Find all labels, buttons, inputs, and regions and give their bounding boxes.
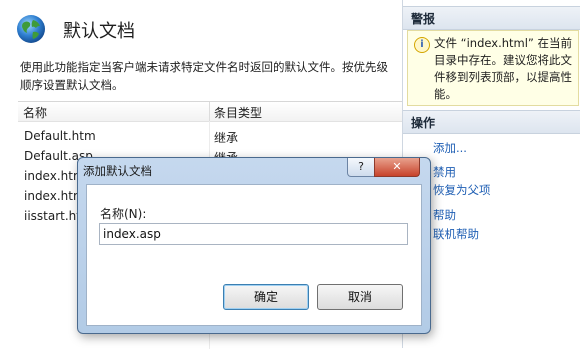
actions-header-label: 操作 — [411, 116, 436, 130]
column-header-type[interactable]: 条目类型 — [214, 104, 262, 121]
item-name: index.htm — [24, 169, 85, 183]
column-header-name[interactable]: 名称 — [23, 104, 47, 121]
actions-header: 操作 — [403, 110, 580, 134]
alerts-header: 警报 — [403, 6, 580, 30]
alert-text: 文件 “index.html” 在当前目录中存在。建议您将此文件移到列表顶部，以… — [434, 36, 573, 101]
globe-icon — [17, 15, 45, 43]
alert-message: i 文件 “index.html” 在当前目录中存在。建议您将此文件移到列表顶部… — [407, 30, 579, 106]
list-header: 名称 条目类型 — [18, 102, 402, 122]
cancel-button[interactable]: 取消 — [317, 284, 403, 310]
column-separator[interactable] — [209, 102, 210, 121]
name-input[interactable]: index.asp — [99, 223, 408, 245]
help-action-link[interactable]: 帮助 — [433, 207, 456, 223]
alerts-header-label: 警报 — [411, 12, 436, 26]
dialog-title: 添加默认文档 — [83, 164, 152, 178]
ok-button[interactable]: 确定 — [223, 284, 309, 310]
disable-action-link[interactable]: 禁用 — [433, 164, 456, 180]
add-default-document-dialog: 添加默认文档 ? ✕ 名称(N): index.asp 确定 取消 — [77, 157, 431, 334]
item-type: 继承 — [214, 131, 239, 145]
page-description: 使用此功能指定当客户端未请求特定文件名时返回的默认文件。按优先级顺序设置默认文档… — [20, 60, 388, 92]
close-button[interactable]: ✕ — [374, 158, 420, 177]
list-item[interactable]: Default.htm 继承 — [18, 126, 402, 146]
help-button[interactable]: ? — [347, 158, 375, 177]
item-name: Default.htm — [24, 129, 96, 143]
page-title: 默认文档 — [63, 21, 135, 42]
revert-to-parent-action-link[interactable]: 恢复为父项 — [433, 182, 491, 198]
online-help-action-link[interactable]: 联机帮助 — [433, 226, 479, 242]
info-icon: i — [414, 37, 430, 53]
name-label: 名称(N): — [100, 207, 147, 221]
add-action-link[interactable]: 添加... — [433, 140, 467, 156]
dialog-body: 名称(N): index.asp 确定 取消 — [86, 184, 422, 326]
